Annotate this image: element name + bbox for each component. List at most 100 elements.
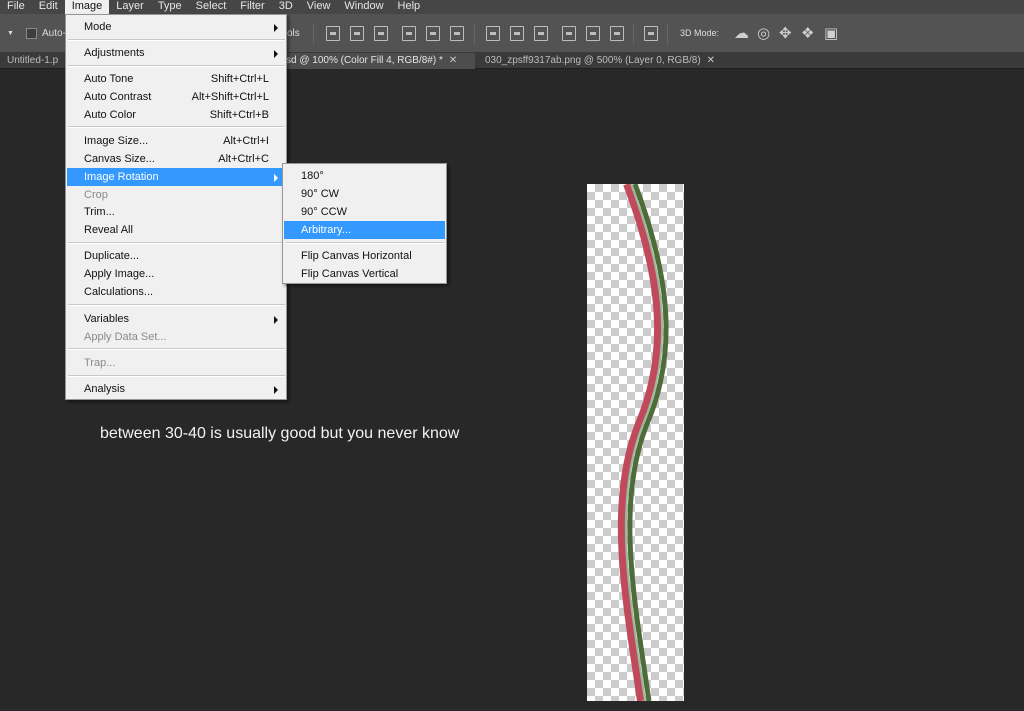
menu-edit[interactable]: Edit xyxy=(32,0,65,14)
menu-item-crop[interactable]: Crop xyxy=(67,186,285,204)
distribute-left-icon[interactable] xyxy=(562,26,576,41)
distribute-vertical-center-icon[interactable] xyxy=(510,26,524,41)
menu-item-label: Calculations... xyxy=(84,286,154,298)
menu-separator xyxy=(68,39,285,41)
menu-item-mode[interactable]: Mode xyxy=(67,18,285,36)
menu-file[interactable]: File xyxy=(0,0,32,14)
menu-item-analysis[interactable]: Analysis xyxy=(67,380,285,398)
menu-item-apply-data-set[interactable]: Apply Data Set... xyxy=(67,328,285,346)
options-separator xyxy=(633,24,634,44)
menu-item-rotate-90-ccw[interactable]: 90° CCW xyxy=(284,203,445,221)
3d-mode-label: 3D Mode: xyxy=(680,28,720,38)
tab-untitled-1[interactable]: Untitled-1.p xyxy=(0,53,66,69)
submenu-arrow-icon xyxy=(274,174,278,182)
menu-item-label: Variables xyxy=(84,313,130,325)
tab-label: Untitled-1.p xyxy=(7,55,59,66)
3d-scale-icon[interactable]: ▣ xyxy=(824,26,838,41)
distribute-bottom-icon[interactable] xyxy=(534,26,548,41)
align-left-icon[interactable] xyxy=(402,26,416,41)
align-horizontal-center-icon[interactable] xyxy=(426,26,440,41)
auto-select-label: Auto- xyxy=(42,28,66,39)
close-icon[interactable]: ✕ xyxy=(707,55,715,66)
menu-item-label: Reveal All xyxy=(84,224,133,236)
align-bottom-icon[interactable] xyxy=(374,26,388,41)
menu-item-rotate-arbitrary[interactable]: Arbitrary... xyxy=(284,221,445,239)
menu-bar: File Edit Image Layer Type Select Filter… xyxy=(0,0,1024,14)
menu-item-auto-color[interactable]: Auto Color Shift+Ctrl+B xyxy=(67,106,285,124)
menu-item-apply-image[interactable]: Apply Image... xyxy=(67,265,285,283)
tool-preset-arrow-icon[interactable]: ▼ xyxy=(7,30,14,37)
menu-item-label: Image Size... xyxy=(84,135,149,147)
menu-select[interactable]: Select xyxy=(189,0,234,14)
close-icon[interactable]: ✕ xyxy=(449,55,457,66)
menu-layer[interactable]: Layer xyxy=(109,0,151,14)
menu-separator xyxy=(68,375,285,377)
menu-separator xyxy=(68,304,285,306)
3d-roll-icon[interactable]: ◎ xyxy=(757,26,770,41)
shortcut-label: Alt+Shift+Ctrl+L xyxy=(191,91,269,103)
align-right-icon[interactable] xyxy=(450,26,464,41)
menu-item-label: Trim... xyxy=(84,206,115,218)
canvas-caption-text: between 30-40 is usually good but you ne… xyxy=(100,425,460,442)
document-canvas[interactable] xyxy=(587,184,684,701)
shortcut-label: Shift+Ctrl+L xyxy=(210,73,269,85)
menu-image[interactable]: Image xyxy=(64,0,110,14)
align-vertical-center-icon[interactable] xyxy=(350,26,364,41)
3d-orbit-icon[interactable]: ☁ xyxy=(734,26,749,41)
menu-item-rotate-180[interactable]: 180° xyxy=(284,167,445,185)
transform-controls-label: ols xyxy=(287,28,300,39)
submenu-arrow-icon xyxy=(274,50,278,58)
menu-item-rotate-90-cw[interactable]: 90° CW xyxy=(284,185,445,203)
distribute-horizontal-center-icon[interactable] xyxy=(586,26,600,41)
3d-pan-icon[interactable]: ✥ xyxy=(779,26,792,41)
menu-item-label: Image Rotation xyxy=(84,171,159,183)
menu-item-reveal-all[interactable]: Reveal All xyxy=(67,221,285,239)
auto-select-checkbox[interactable] xyxy=(26,28,37,39)
menu-item-adjustments[interactable]: Adjustments xyxy=(67,44,285,62)
menu-item-label: Flip Canvas Horizontal xyxy=(301,250,412,262)
menu-item-label: Apply Data Set... xyxy=(84,331,167,343)
menu-item-duplicate[interactable]: Duplicate... xyxy=(67,247,285,265)
menu-item-label: Auto Color xyxy=(84,109,136,121)
menu-3d[interactable]: 3D xyxy=(272,0,300,14)
menu-separator xyxy=(68,65,285,67)
align-top-icon[interactable] xyxy=(326,26,340,41)
menu-item-trap[interactable]: Trap... xyxy=(67,354,285,372)
menu-window[interactable]: Window xyxy=(337,0,390,14)
menu-item-label: Adjustments xyxy=(84,47,145,59)
menu-item-label: Arbitrary... xyxy=(301,224,351,236)
menu-item-flip-canvas-vertical[interactable]: Flip Canvas Vertical xyxy=(284,265,445,283)
menu-item-flip-canvas-horizontal[interactable]: Flip Canvas Horizontal xyxy=(284,247,445,265)
menu-item-label: Duplicate... xyxy=(84,250,140,262)
tab-color-fill-document[interactable]: sd @ 100% (Color Fill 4, RGB/8#) * ✕ xyxy=(283,53,475,69)
shortcut-label: Shift+Ctrl+B xyxy=(209,109,269,121)
auto-align-layers-icon[interactable] xyxy=(644,26,658,41)
menu-item-label: 90° CCW xyxy=(301,206,347,218)
menu-item-image-rotation[interactable]: Image Rotation xyxy=(67,168,285,186)
tab-030-png[interactable]: 030_zpsff9317ab.png @ 500% (Layer 0, RGB… xyxy=(478,53,738,69)
submenu-arrow-icon xyxy=(274,24,278,32)
menu-item-image-size[interactable]: Image Size... Alt+Ctrl+I xyxy=(67,132,285,150)
menu-filter[interactable]: Filter xyxy=(233,0,271,14)
image-rotation-submenu: 180° 90° CW 90° CCW Arbitrary... Flip Ca… xyxy=(282,163,447,284)
menu-help[interactable]: Help xyxy=(391,0,428,14)
menu-type[interactable]: Type xyxy=(151,0,189,14)
menu-item-label: 180° xyxy=(301,170,324,182)
tab-label: 030_zpsff9317ab.png @ 500% (Layer 0, RGB… xyxy=(485,55,701,66)
menu-item-canvas-size[interactable]: Canvas Size... Alt+Ctrl+C xyxy=(67,150,285,168)
menu-item-label: Mode xyxy=(84,21,112,33)
menu-item-auto-tone[interactable]: Auto Tone Shift+Ctrl+L xyxy=(67,70,285,88)
menu-item-label: Flip Canvas Vertical xyxy=(301,268,399,280)
menu-separator xyxy=(68,348,285,350)
menu-item-label: Analysis xyxy=(84,383,125,395)
tab-label: sd @ 100% (Color Fill 4, RGB/8#) * xyxy=(286,55,443,66)
distribute-right-icon[interactable] xyxy=(610,26,624,41)
distribute-top-icon[interactable] xyxy=(486,26,500,41)
menu-view[interactable]: View xyxy=(300,0,338,14)
menu-item-trim[interactable]: Trim... xyxy=(67,203,285,221)
menu-item-auto-contrast[interactable]: Auto Contrast Alt+Shift+Ctrl+L xyxy=(67,88,285,106)
menu-item-calculations[interactable]: Calculations... xyxy=(67,283,285,301)
3d-slide-icon[interactable]: ❖ xyxy=(801,26,814,41)
options-separator xyxy=(474,24,475,44)
menu-item-variables[interactable]: Variables xyxy=(67,310,285,328)
